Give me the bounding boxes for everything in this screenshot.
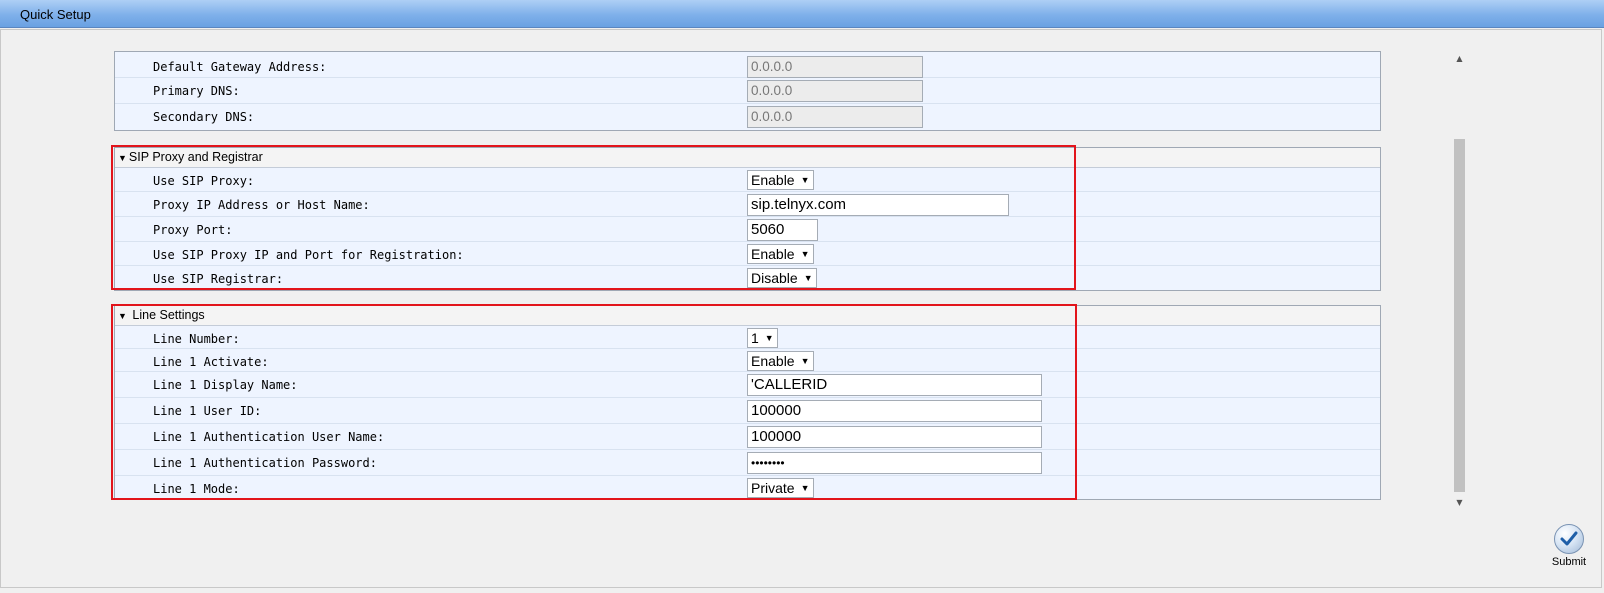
chevron-down-icon: ▼ [764,333,774,343]
collapse-arrow-icon[interactable]: ▼ [118,153,127,163]
auth-user-row: Line 1 Authentication User Name: 100000 [115,424,1380,450]
auth-user-label: Line 1 Authentication User Name: [153,430,385,444]
auth-password-label: Line 1 Authentication Password: [153,456,377,470]
user-id-label: Line 1 User ID: [153,404,262,418]
line-number-row: Line Number: 1 ▼ [115,326,1380,349]
line-mode-label: Line 1 Mode: [153,482,240,496]
proxy-host-label: Proxy IP Address or Host Name: [153,198,370,212]
line-settings-section: ▼ Line Settings Line Number: 1 ▼ Line 1 A… [114,305,1381,500]
proxy-port-label: Proxy Port: [153,223,233,237]
use-registrar-select[interactable]: Disable ▼ [747,268,817,288]
chevron-down-icon: ▼ [800,483,810,493]
line-mode-select[interactable]: Private ▼ [747,478,814,498]
proxy-port-row: Proxy Port: 5060 [115,217,1380,242]
line-activate-select[interactable]: Enable ▼ [747,351,814,371]
sip-proxy-section: ▼ SIP Proxy and Registrar Use SIP Proxy: … [114,147,1381,291]
scroll-up-arrow-icon[interactable]: ▲ [1452,53,1467,65]
proxy-registration-row: Use SIP Proxy IP and Port for Registrati… [115,242,1380,266]
use-sip-proxy-label: Use SIP Proxy: [153,174,255,188]
use-registrar-label: Use SIP Registrar: [153,272,284,286]
auth-user-input[interactable]: 100000 [747,426,1042,448]
gateway-field[interactable]: 0.0.0.0 [747,56,923,78]
gateway-row: Default Gateway Address: 0.0.0.0 [115,52,1380,78]
title-bar: Quick Setup [0,0,1604,28]
chevron-down-icon: ▼ [803,273,813,283]
network-section: Default Gateway Address: 0.0.0.0 Primary… [114,51,1381,131]
display-name-row: Line 1 Display Name: 'CALLERID [115,372,1380,398]
user-id-input[interactable]: 100000 [747,400,1042,422]
collapse-arrow-icon[interactable]: ▼ [118,311,127,321]
line-activate-row: Line 1 Activate: Enable ▼ [115,349,1380,372]
checkmark-icon [1554,524,1584,554]
submit-button[interactable]: Submit [1547,524,1591,574]
proxy-registration-select[interactable]: Enable ▼ [747,244,814,264]
sip-proxy-title: SIP Proxy and Registrar [128,150,263,164]
secondary-dns-row: Secondary DNS: 0.0.0.0 [115,104,1380,130]
secondary-dns-label: Secondary DNS: [153,110,255,124]
line-mode-row: Line 1 Mode: Private ▼ [115,476,1380,500]
line-number-select[interactable]: 1 ▼ [747,328,778,348]
use-sip-proxy-select[interactable]: Enable ▼ [747,170,814,190]
line-activate-label: Line 1 Activate: [153,355,269,369]
primary-dns-row: Primary DNS: 0.0.0.0 [115,78,1380,104]
proxy-port-input[interactable]: 5060 [747,219,818,241]
scroll-down-arrow-icon[interactable]: ▼ [1452,497,1467,509]
sip-proxy-header[interactable]: ▼ SIP Proxy and Registrar [115,148,1380,168]
chevron-down-icon: ▼ [800,175,810,185]
scrollbar-thumb[interactable] [1454,139,1465,492]
secondary-dns-field[interactable]: 0.0.0.0 [747,106,923,128]
window-title: Quick Setup [20,7,91,22]
auth-password-row: Line 1 Authentication Password: •••••••• [115,450,1380,476]
gateway-label: Default Gateway Address: [153,60,327,74]
primary-dns-label: Primary DNS: [153,84,240,98]
auth-password-input[interactable]: •••••••• [747,452,1042,474]
scrollbar[interactable]: ▲ ▼ [1452,51,1467,511]
primary-dns-field[interactable]: 0.0.0.0 [747,80,923,102]
use-registrar-row: Use SIP Registrar: Disable ▼ [115,266,1380,289]
line-settings-title: Line Settings [132,308,205,322]
proxy-registration-label: Use SIP Proxy IP and Port for Registrati… [153,248,464,262]
line-number-label: Line Number: [153,332,240,346]
chevron-down-icon: ▼ [800,356,810,366]
use-sip-proxy-row: Use SIP Proxy: Enable ▼ [115,168,1380,192]
proxy-host-input[interactable]: sip.telnyx.com [747,194,1009,216]
submit-label: Submit [1551,556,1587,568]
display-name-label: Line 1 Display Name: [153,378,298,392]
proxy-host-row: Proxy IP Address or Host Name: sip.telny… [115,192,1380,217]
chevron-down-icon: ▼ [800,249,810,259]
line-settings-header[interactable]: ▼ Line Settings [115,306,1380,326]
user-id-row: Line 1 User ID: 100000 [115,398,1380,424]
display-name-input[interactable]: 'CALLERID [747,374,1042,396]
